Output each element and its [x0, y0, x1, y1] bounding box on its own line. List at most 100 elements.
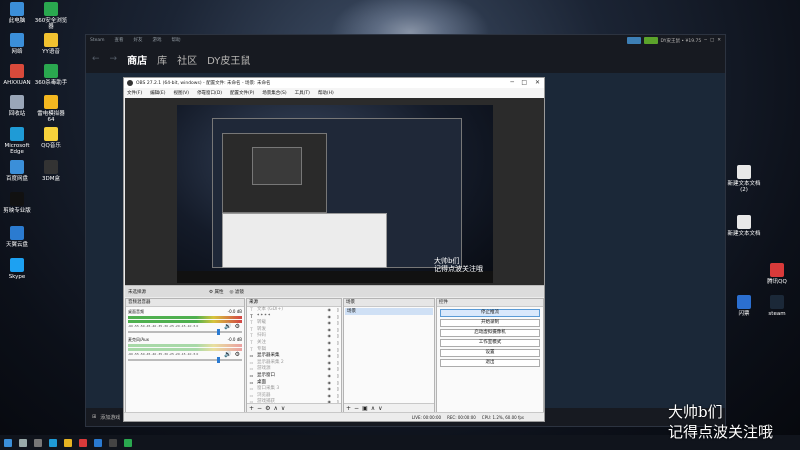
desktop-icon[interactable]: 剪映专业版	[0, 192, 34, 214]
eye-icon[interactable]: ◉	[328, 360, 332, 367]
desktop-icon[interactable]: 3DM盒	[34, 160, 68, 182]
desktop-icon[interactable]: 闪票	[727, 295, 761, 317]
desktop-icon[interactable]: Skype	[0, 258, 34, 280]
preview-canvas[interactable]: 大帅b们 记得点波关注哦	[177, 105, 493, 283]
eye-icon[interactable]: ◉	[328, 307, 332, 314]
desktop-icon[interactable]: 雷电模拟器 64	[34, 95, 68, 124]
add-scene-icon[interactable]: +	[346, 405, 351, 412]
app-icon[interactable]	[79, 438, 87, 447]
volume-slider-handle[interactable]	[217, 329, 220, 335]
menu-view[interactable]: 视图(V)	[173, 90, 189, 96]
scene-filter-icon[interactable]: ▣	[362, 405, 368, 412]
source-item[interactable]: T 转载 ◉ ▯	[249, 320, 341, 327]
menu-edit[interactable]: 编辑(E)	[150, 90, 165, 96]
studio-mode-button[interactable]: 工作室模式	[440, 339, 540, 347]
lock-icon[interactable]: ▯	[337, 386, 339, 393]
gear-icon[interactable]: ⚙	[235, 351, 240, 358]
maximize-icon[interactable]: □	[710, 38, 714, 43]
menu-profile[interactable]: 配置文件(P)	[230, 90, 254, 96]
lock-icon[interactable]: ▯	[337, 393, 339, 400]
exit-button[interactable]: 退出	[440, 359, 540, 367]
desktop-icon[interactable]: YY语音	[34, 33, 68, 55]
add-icon[interactable]: ⊞	[92, 414, 96, 420]
source-settings-icon[interactable]: ⚙	[265, 405, 270, 412]
eye-icon[interactable]: ◉	[328, 353, 332, 360]
eye-icon[interactable]: ◉	[328, 373, 332, 380]
gear-icon[interactable]: ⚙	[235, 323, 240, 330]
lock-icon[interactable]: ▯	[337, 380, 339, 387]
properties-button[interactable]: ⚙ 属性	[209, 289, 223, 295]
settings-button[interactable]: 设置	[440, 349, 540, 357]
eye-icon[interactable]: ◉	[328, 314, 332, 321]
scene-item[interactable]: 场景	[345, 308, 433, 315]
move-up-icon[interactable]: ∧	[273, 405, 277, 412]
close-icon[interactable]: ✕	[535, 79, 540, 86]
source-item[interactable]: T 扫码 ◉ ▯	[249, 333, 341, 340]
app-icon[interactable]	[124, 438, 132, 447]
lock-icon[interactable]: ▯	[337, 373, 339, 380]
menu-file[interactable]: 文件(F)	[127, 90, 142, 96]
speaker-icon[interactable]: 🔊	[224, 323, 231, 330]
eye-icon[interactable]: ◉	[328, 366, 332, 373]
move-up-icon[interactable]: ∧	[371, 405, 375, 412]
eye-icon[interactable]: ◉	[328, 327, 332, 334]
eye-icon[interactable]: ◉	[328, 320, 332, 327]
back-arrow-icon[interactable]: ←	[92, 54, 100, 64]
steam-menu-item[interactable]: Steam	[90, 38, 105, 43]
start-recording-button[interactable]: 开始录制	[440, 319, 540, 327]
tab-store[interactable]: 商店	[127, 52, 147, 67]
lock-icon[interactable]: ▯	[337, 366, 339, 373]
source-item[interactable]: ▭ 游戏源 ◉ ▯	[249, 366, 341, 373]
desktop-icon[interactable]: QQ音乐	[34, 127, 68, 149]
volume-slider[interactable]	[128, 329, 242, 335]
desktop-icon[interactable]: Microsoft Edge	[0, 127, 34, 156]
tab-library[interactable]: 库	[157, 52, 167, 67]
eye-icon[interactable]: ◉	[328, 333, 332, 340]
start-icon[interactable]	[4, 438, 12, 447]
add-game-button[interactable]: 添加游戏	[100, 414, 120, 421]
desktop-icon[interactable]: 腾讯QQ	[760, 263, 794, 285]
edge-icon[interactable]	[49, 438, 57, 447]
source-item[interactable]: T 文本 (GDI+) ◉ ▯	[249, 307, 341, 314]
eye-icon[interactable]: ◉	[328, 386, 332, 393]
tab-profile[interactable]: DY皮王鼠	[207, 52, 250, 67]
steam-menu-item[interactable]: 游戏	[153, 37, 162, 43]
stop-streaming-button[interactable]: 停止推流	[440, 309, 540, 317]
close-icon[interactable]: ✕	[717, 38, 721, 43]
task-view-icon[interactable]	[34, 438, 42, 447]
lock-icon[interactable]: ▯	[337, 333, 339, 340]
lock-icon[interactable]: ▯	[337, 320, 339, 327]
desktop-icon[interactable]: 天翼云盘	[0, 226, 34, 248]
source-item[interactable]: T 关注 ◉ ▯	[249, 340, 341, 347]
steam-notification-icon[interactable]	[643, 37, 658, 44]
menu-help[interactable]: 帮助(H)	[318, 90, 334, 96]
menu-tools[interactable]: 工具(T)	[295, 90, 310, 96]
explorer-icon[interactable]	[64, 438, 72, 447]
tab-community[interactable]: 社区	[177, 52, 197, 67]
move-down-icon[interactable]: ∨	[378, 405, 382, 412]
volume-slider-handle[interactable]	[217, 357, 220, 363]
steam-menu-item[interactable]: 好友	[134, 37, 143, 43]
lock-icon[interactable]: ▯	[337, 360, 339, 367]
desktop-icon[interactable]: 360杀毒助手	[34, 64, 68, 86]
desktop-icon[interactable]: steam	[760, 295, 794, 317]
eye-icon[interactable]: ◉	[328, 347, 332, 354]
steam-menu-item[interactable]: 帮助	[172, 37, 181, 43]
eye-icon[interactable]: ◉	[328, 380, 332, 387]
obs-taskbar-icon[interactable]	[109, 438, 117, 447]
desktop-icon[interactable]: 新建文本文档	[727, 215, 761, 237]
lock-icon[interactable]: ▯	[337, 327, 339, 334]
menu-docks[interactable]: 停靠窗口(D)	[197, 90, 222, 96]
steam-menu-item[interactable]: 查看	[115, 37, 124, 43]
steam-account-name[interactable]: DY皮王鼠 • ¥19.75	[661, 38, 702, 44]
remove-scene-icon[interactable]: −	[354, 405, 359, 412]
steam-broadcast-icon[interactable]	[626, 37, 641, 44]
forward-arrow-icon[interactable]: →	[110, 54, 118, 64]
lock-icon[interactable]: ▯	[337, 353, 339, 360]
source-item[interactable]: ▭ 窗口采集 3 ◉ ▯	[249, 386, 341, 393]
maximize-icon[interactable]: □	[521, 79, 527, 86]
search-icon[interactable]	[19, 438, 27, 447]
add-source-icon[interactable]: +	[249, 405, 254, 412]
source-item[interactable]: ▭ 显示器采集 ◉ ▯	[249, 353, 341, 360]
eye-icon[interactable]: ◉	[328, 393, 332, 400]
